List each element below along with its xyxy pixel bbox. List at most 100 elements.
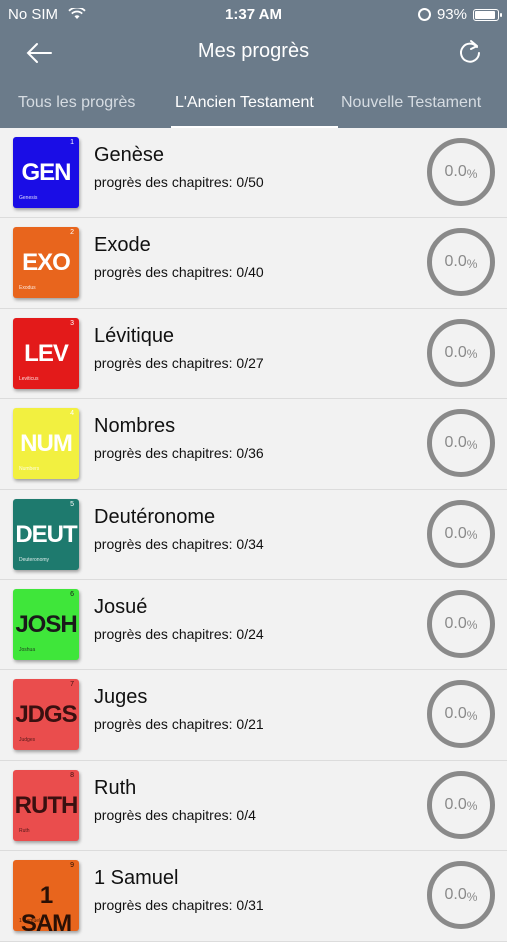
chapter-progress: progrès des chapitres: 0/36 (94, 445, 264, 462)
book-row[interactable]: 6 JOSH Joshua Josué progrès des chapitres: 0… (0, 580, 507, 671)
book-cover-icon: 8 RUTH Ruth (13, 769, 79, 841)
progress-ring: 0.0% (427, 589, 495, 658)
tab-old-testament[interactable]: L'Ancien Testament (175, 94, 314, 112)
book-cover-icon: 6 JOSH Joshua (13, 588, 79, 660)
page-title: Mes progrès (197, 40, 310, 62)
book-number: 4 (70, 410, 74, 418)
chapter-progress: progrès des chapitres: 0/27 (94, 354, 264, 371)
book-name: Lévitique (94, 324, 175, 347)
book-abbreviation: NUM (20, 430, 73, 458)
book-progress-list[interactable]: 1 GEN Genesis Genèse progrès des chapitres: … (0, 128, 507, 942)
progress-percent: 0.0 (444, 524, 467, 542)
refresh-icon[interactable] (457, 38, 483, 66)
progress-percent-unit: % (466, 889, 478, 904)
tab-bar: Tous les progrès L'Ancien Testament Nouv… (0, 78, 507, 128)
book-row[interactable]: 3 LEV Leviticus Lévitique progrès des chapit… (0, 309, 507, 400)
progress-ring: 0.0% (427, 409, 495, 478)
book-english-name: Ruth (19, 827, 30, 834)
status-bar: No SIM 1:37 AM 93% (0, 0, 507, 28)
book-number: 1 (70, 139, 74, 146)
book-number: 6 (70, 590, 74, 598)
book-number: 2 (70, 229, 74, 237)
book-cover-icon: 91 SAM 1 Samuel (13, 860, 79, 932)
chapter-progress: progrès des chapitres: 0/24 (94, 625, 264, 642)
progress-percent-unit: % (466, 256, 478, 271)
tab-new-testament[interactable]: Nouvelle Testament (341, 94, 481, 112)
chapter-progress: progrès des chapitres: 0/40 (94, 264, 264, 281)
progress-percent-unit: % (466, 799, 478, 814)
book-row[interactable]: 2 EXO Exodus Exode progrès des chapitres: 0/… (0, 218, 507, 309)
book-cover-icon: 4 NUM Numbers (13, 408, 79, 480)
book-name: Genèse (94, 144, 165, 166)
book-english-name: Genesis (19, 195, 38, 201)
progress-percent: 0.0 (444, 886, 467, 904)
progress-percent-unit: % (466, 528, 478, 543)
progress-percent: 0.0 (444, 705, 467, 723)
progress-percent-unit: % (466, 708, 478, 723)
progress-percent: 0.0 (444, 163, 467, 180)
progress-percent: 0.0 (444, 614, 467, 632)
book-name: Exode (94, 234, 151, 257)
book-row[interactable]: 5 DEUT Deuteronomy Deutéronome progrès des c… (0, 490, 507, 580)
book-cover-icon: 2 EXO Exodus (13, 227, 79, 299)
book-english-name: Numbers (19, 466, 40, 473)
book-cover-icon: 5 DEUT Deuteronomy (13, 498, 79, 570)
book-row[interactable]: 4 NUM Numbers Nombres progrès des chapitres:… (0, 399, 507, 490)
book-number: 5 (70, 500, 74, 508)
book-name: Juges (94, 686, 148, 709)
progress-percent-unit: % (466, 437, 478, 452)
progress-percent-unit: % (466, 347, 478, 362)
progress-ring: 0.0% (427, 318, 495, 387)
book-abbreviation: GEN (21, 159, 71, 186)
book-number: 8 (70, 771, 74, 779)
book-row[interactable]: 7 JDGS Judges Juges progrès des chapitres: 0… (0, 670, 507, 761)
chapter-progress: progrès des chapitres: 0/4 (94, 806, 256, 823)
progress-ring: 0.0% (427, 138, 495, 206)
progress-ring: 0.0% (427, 499, 495, 568)
book-name: Ruth (94, 776, 137, 799)
book-row[interactable]: 1 GEN Genesis Genèse progrès des chapitres: … (0, 128, 507, 219)
book-abbreviation: LEV (24, 339, 69, 367)
progress-percent: 0.0 (444, 434, 467, 452)
book-english-name: Judges (19, 737, 36, 744)
progress-percent-unit: % (466, 618, 478, 633)
progress-ring: 0.0% (427, 770, 495, 839)
progress-ring: 0.0% (427, 680, 495, 749)
book-name: Deutéronome (94, 505, 216, 528)
progress-ring: 0.0% (427, 861, 495, 930)
book-english-name: Deuteronomy (19, 556, 50, 563)
chapter-progress: progrès des chapitres: 0/34 (94, 535, 264, 552)
book-row[interactable]: 91 SAM 1 Samuel 1 Samuel progrès des chapit… (0, 851, 507, 942)
book-row[interactable]: 8 RUTH Ruth Ruth progrès des chapitres: 0/4 0… (0, 761, 507, 852)
book-cover-icon: 1 GEN Genesis (13, 137, 79, 208)
book-number: 9 (70, 862, 74, 870)
progress-percent-unit: % (466, 166, 478, 181)
book-abbreviation: DEUT (15, 520, 77, 548)
book-english-name: Joshua (19, 646, 36, 653)
chapter-progress: progrès des chapitres: 0/21 (94, 716, 264, 733)
progress-percent: 0.0 (444, 343, 467, 361)
book-abbreviation: JDGS (15, 701, 77, 729)
book-abbreviation: EXO (22, 249, 71, 277)
book-name: Josué (94, 595, 148, 618)
progress-percent: 0.0 (444, 253, 467, 271)
book-english-name: Exodus (19, 285, 36, 292)
progress-ring: 0.0% (427, 228, 495, 297)
book-number: 3 (70, 319, 74, 327)
book-abbreviation: JOSH (15, 610, 77, 638)
book-english-name: Leviticus (19, 375, 39, 382)
book-name: Nombres (94, 415, 176, 438)
orientation-lock-icon (417, 8, 431, 21)
progress-percent: 0.0 (444, 795, 467, 813)
book-abbreviation: RUTH (14, 791, 79, 819)
book-english-name: 1 Samuel (19, 918, 41, 925)
nav-bar: Mes progrès (0, 28, 507, 78)
tab-all-progress[interactable]: Tous les progrès (18, 94, 135, 112)
status-right-group: 93% (417, 6, 502, 23)
battery-icon (473, 8, 502, 21)
book-cover-icon: 7 JDGS Judges (13, 679, 79, 751)
battery-percent: 93% (436, 6, 467, 23)
book-name: 1 Samuel (94, 867, 179, 890)
chapter-progress: progrès des chapitres: 0/50 (94, 174, 264, 190)
book-cover-icon: 3 LEV Leviticus (13, 317, 79, 389)
